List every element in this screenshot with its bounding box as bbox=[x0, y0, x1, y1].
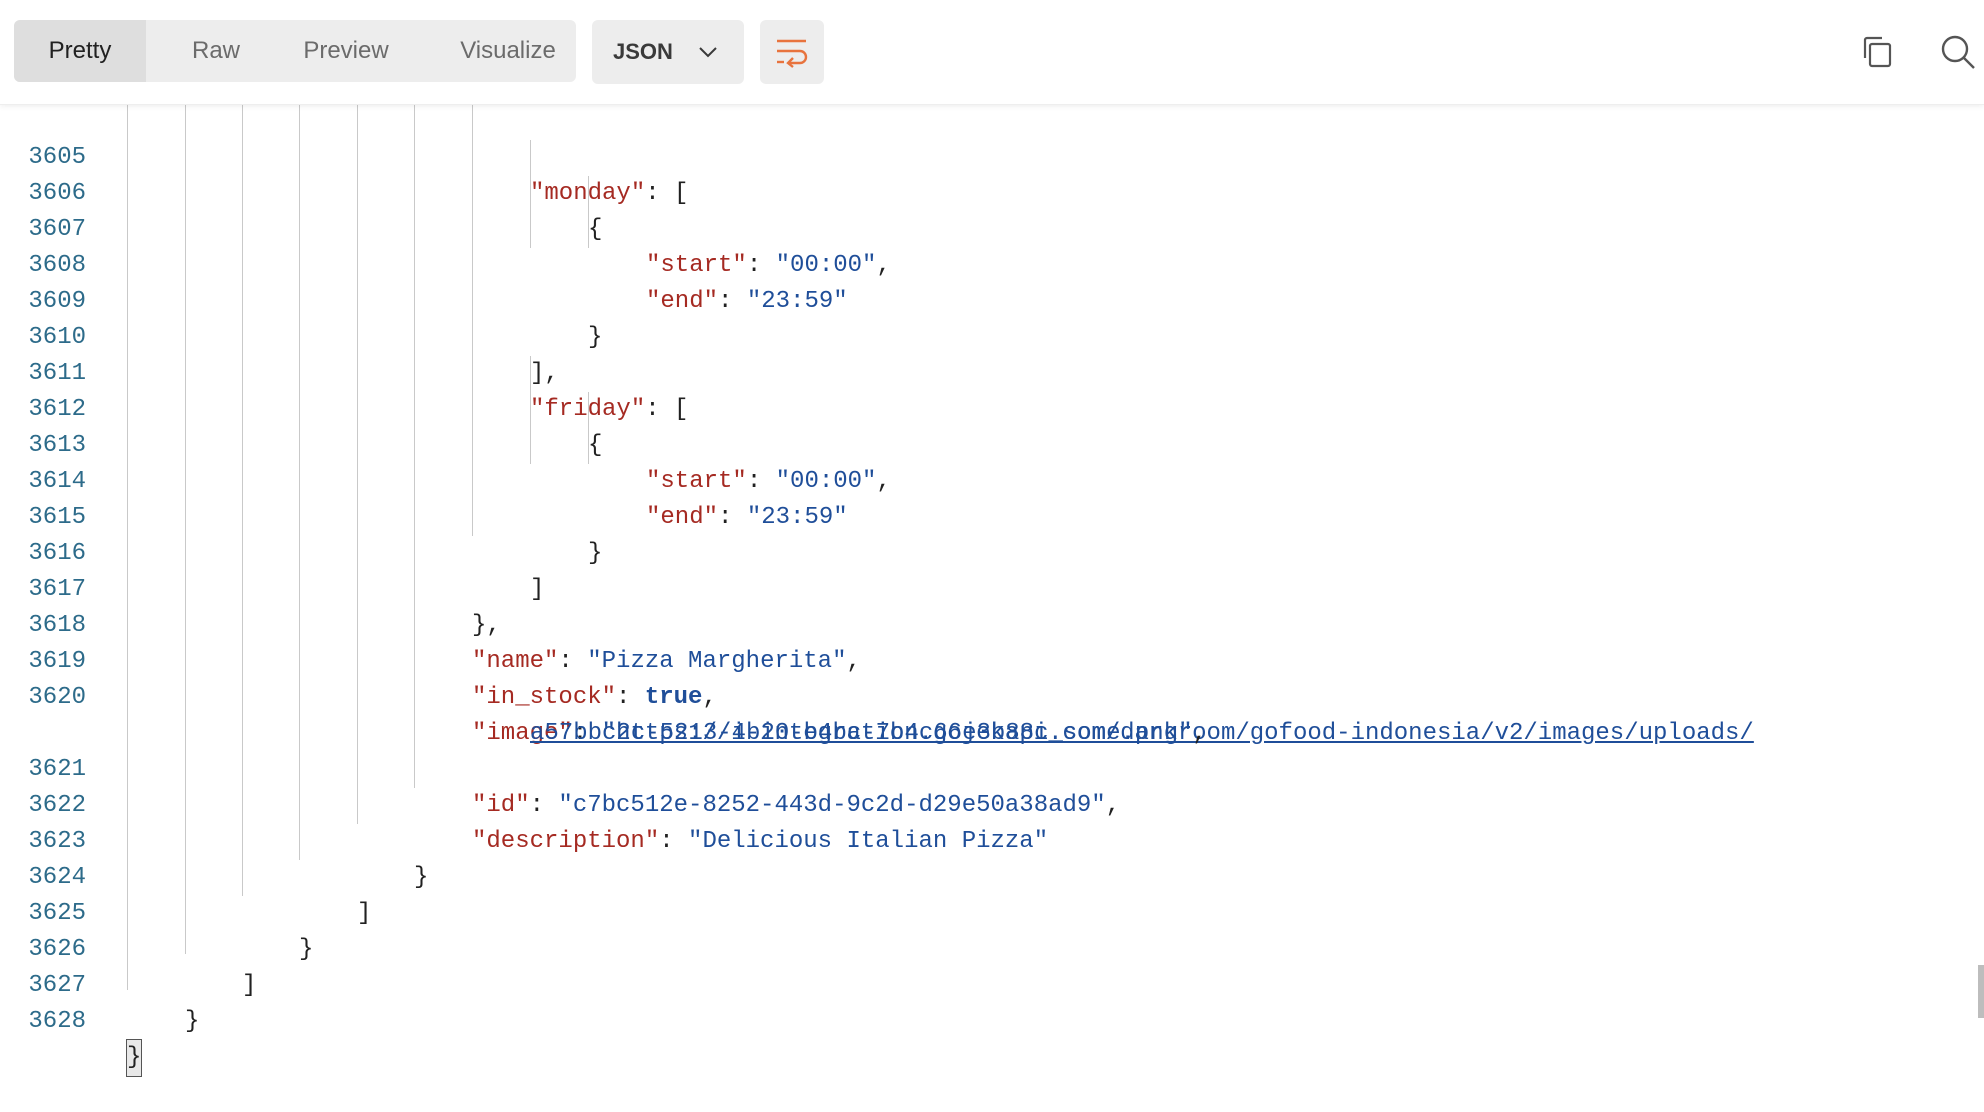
json-key: "friday" bbox=[530, 396, 646, 423]
indent-guide bbox=[185, 104, 186, 954]
code-line-wrap: a57bbc2c-5213-4b20-b4bc-7b4c66e3b88c_som… bbox=[0, 680, 1207, 747]
indent-guide bbox=[242, 104, 243, 896]
json-key: "end" bbox=[646, 504, 719, 531]
json-key: "in_stock" bbox=[472, 684, 617, 711]
code-line: 3608 "end": "23:59" bbox=[0, 212, 847, 315]
code-line: 3625 } bbox=[0, 860, 313, 963]
json-key: "id" bbox=[472, 792, 530, 819]
json-punct: : bbox=[659, 828, 689, 855]
json-key: "description" bbox=[472, 828, 660, 855]
search-button[interactable] bbox=[1940, 34, 1976, 75]
json-punct: : bbox=[746, 252, 776, 279]
code-line: 3619 "in_stock": true, bbox=[0, 608, 716, 711]
code-line: 3621 "id": "c7bc512e-8252-443d-9c2d-d29e… bbox=[0, 716, 1120, 819]
wrap-lines-button[interactable] bbox=[760, 20, 824, 84]
code-line: 3623 } bbox=[0, 788, 428, 891]
json-punct: } bbox=[299, 936, 314, 963]
code-line: 3607 "start": "00:00", bbox=[0, 176, 890, 279]
json-string: "23:59" bbox=[746, 288, 848, 315]
json-string: "Pizza Margherita" bbox=[587, 648, 847, 675]
json-punct: { bbox=[588, 216, 603, 243]
json-punct: : bbox=[718, 288, 747, 315]
code-line: 3610 ], bbox=[0, 284, 558, 387]
format-selected-value: JSON bbox=[613, 39, 673, 64]
json-punct: , bbox=[876, 468, 891, 495]
json-punct: } bbox=[185, 1008, 200, 1035]
json-string: "00:00" bbox=[775, 468, 877, 495]
code-line: 3618 "name": "Pizza Margherita", bbox=[0, 572, 861, 675]
json-punct: } bbox=[588, 540, 603, 567]
json-punct: : bbox=[529, 792, 559, 819]
code-line: 3615 } bbox=[0, 464, 602, 567]
code-line: 3617 }, bbox=[0, 536, 500, 639]
code-line: 3616 ] bbox=[0, 500, 544, 603]
json-punct: , bbox=[702, 684, 717, 711]
code-line: 3611 "friday": [ bbox=[0, 320, 688, 423]
tab-pretty[interactable]: Pretty bbox=[14, 20, 146, 82]
matched-brace: } bbox=[125, 1039, 143, 1077]
json-punct: }, bbox=[472, 612, 501, 639]
json-string-quote: " bbox=[1178, 720, 1193, 747]
line-number: 3628 bbox=[28, 1008, 86, 1035]
json-punct: ] bbox=[530, 576, 545, 603]
tab-preview[interactable]: Preview bbox=[286, 20, 406, 82]
json-key: "start" bbox=[646, 468, 747, 495]
vertical-scrollbar[interactable] bbox=[1978, 965, 1984, 1018]
json-punct: , bbox=[876, 252, 891, 279]
json-key: "end" bbox=[646, 288, 719, 315]
response-body-viewer[interactable]: 3605 "monday": [ 3606 { 3607 "start": "0… bbox=[0, 104, 1984, 1077]
json-punct: } bbox=[588, 324, 603, 351]
code-line: 3626 ] bbox=[0, 896, 256, 999]
code-line: 3606 { bbox=[0, 140, 602, 243]
json-string: "Delicious Italian Pizza" bbox=[688, 828, 1049, 855]
json-punct: : bbox=[746, 468, 776, 495]
json-boolean: true bbox=[644, 684, 703, 711]
code-line: 3612 { bbox=[0, 356, 602, 459]
json-string: "00:00" bbox=[775, 252, 877, 279]
json-punct: { bbox=[588, 432, 603, 459]
code-line: 3614 "end": "23:59" bbox=[0, 428, 847, 531]
code-line: 3628 } bbox=[0, 968, 143, 1077]
view-mode-tabs: Pretty Raw Preview Visualize bbox=[14, 20, 576, 82]
code-line: 3613 "start": "00:00", bbox=[0, 392, 890, 495]
json-string: "c7bc512e-8252-443d-9c2d-d29e50a38ad9" bbox=[558, 792, 1106, 819]
format-dropdown[interactable]: JSON bbox=[592, 20, 744, 84]
code-line: 3620 "image": "https://i-integration.goj… bbox=[0, 644, 1753, 747]
indent-guide bbox=[357, 104, 358, 824]
search-icon bbox=[1941, 35, 1975, 69]
indent-guide bbox=[127, 104, 128, 990]
json-punct: , bbox=[1192, 720, 1207, 747]
indent-guide bbox=[414, 104, 415, 788]
json-key: "name" bbox=[472, 648, 559, 675]
tab-raw[interactable]: Raw bbox=[160, 20, 272, 82]
chevron-down-icon bbox=[699, 47, 717, 58]
response-toolbar: Pretty Raw Preview Visualize JSON bbox=[0, 0, 1984, 105]
json-punct: , bbox=[1105, 792, 1121, 819]
indent-guide bbox=[472, 104, 473, 536]
json-punct: ] bbox=[242, 972, 257, 999]
json-punct: } bbox=[414, 864, 429, 891]
code-line: 3622 "description": "Delicious Italian P… bbox=[0, 752, 1048, 855]
code-line: 3627 } bbox=[0, 932, 199, 1035]
json-punct: ], bbox=[530, 360, 559, 387]
code-line: 3624 ] bbox=[0, 824, 371, 927]
text-wrap-icon bbox=[777, 39, 808, 68]
copy-button[interactable] bbox=[1860, 34, 1896, 75]
json-key: "start" bbox=[646, 252, 747, 279]
json-punct: , bbox=[846, 648, 861, 675]
json-punct: : bbox=[558, 648, 588, 675]
json-key: "monday" bbox=[530, 180, 646, 207]
code-line: 3609 } bbox=[0, 248, 602, 351]
tab-visualize[interactable]: Visualize bbox=[438, 20, 578, 82]
json-punct: : bbox=[616, 684, 645, 711]
image-url-link-continued[interactable]: a57bbc2c-5213-4b20-b4bc-7b4c66e3b88c_som… bbox=[530, 720, 1178, 747]
json-punct: : [ bbox=[645, 180, 689, 207]
json-string: "23:59" bbox=[746, 504, 848, 531]
copy-icon bbox=[1863, 36, 1892, 68]
json-punct: : [ bbox=[645, 396, 689, 423]
indent-guide bbox=[299, 104, 300, 860]
code-line: 3605 "monday": [ bbox=[0, 104, 688, 207]
json-punct: : bbox=[718, 504, 747, 531]
json-punct: ] bbox=[357, 900, 372, 927]
